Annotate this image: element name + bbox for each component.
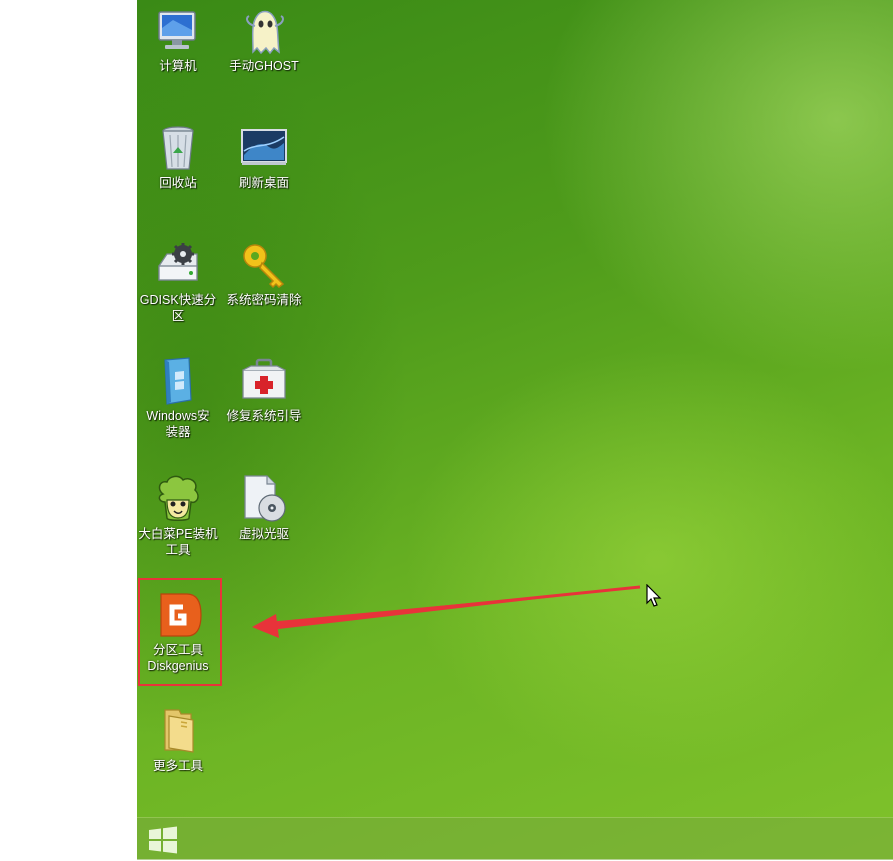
virtual-drive-icon xyxy=(239,474,289,524)
first-aid-kit-icon xyxy=(239,356,289,406)
diskgenius-highlight-box xyxy=(138,578,222,686)
key-icon xyxy=(239,240,289,290)
desktop-icon-repair-boot[interactable]: 修复系统引导 xyxy=(222,356,306,424)
desktop-icon-more-tools[interactable]: 更多工具 xyxy=(136,706,220,774)
icon-label-gdisk-line1: GDISK快速分 xyxy=(139,293,217,307)
desktop-icon-virtual-drive[interactable]: 虚拟光驱 xyxy=(222,474,306,542)
left-blank-margin xyxy=(0,0,137,859)
icon-label-gdisk-line2: 区 xyxy=(171,309,185,323)
gdisk-icon xyxy=(153,240,203,290)
icon-label-virtual-drive: 虚拟光驱 xyxy=(238,527,289,541)
refresh-desktop-icon xyxy=(239,123,289,173)
desktop-icon-manual-ghost[interactable]: 手动GHOST xyxy=(222,6,306,74)
desktop-icon-gdisk[interactable]: GDISK快速分 区 xyxy=(136,240,220,324)
icon-label-windows-installer-line2: 装器 xyxy=(165,425,191,439)
windows-installer-icon xyxy=(153,356,203,406)
desktop-icon-password-clear[interactable]: 系统密码清除 xyxy=(222,240,306,308)
desktop-icon-dabaicai-pe[interactable]: 大白菜PE装机 工具 xyxy=(136,474,220,558)
desktop-icon-refresh-desktop[interactable]: 刷新桌面 xyxy=(222,123,306,191)
icon-label-computer: 计算机 xyxy=(159,59,197,73)
ghost-icon xyxy=(239,6,289,56)
icon-label-windows-installer-line1: Windows安 xyxy=(146,409,210,423)
recycle-bin-icon xyxy=(153,123,203,173)
windows-start-icon[interactable] xyxy=(147,824,179,856)
desktop-icon-windows-installer[interactable]: Windows安 装器 xyxy=(136,356,220,440)
icon-label-refresh-desktop: 刷新桌面 xyxy=(238,176,289,190)
icon-label-repair-boot: 修复系统引导 xyxy=(226,409,302,423)
computer-icon xyxy=(153,6,203,56)
cabbage-mascot-icon xyxy=(153,474,203,524)
icon-label-recycle-bin: 回收站 xyxy=(159,176,197,190)
icon-label-password-clear: 系统密码清除 xyxy=(226,293,302,307)
mouse-cursor-icon xyxy=(646,583,662,608)
desktop-icon-recycle-bin[interactable]: 回收站 xyxy=(136,123,220,191)
icon-label-dabaicai-pe-line2: 工具 xyxy=(165,543,191,557)
taskbar xyxy=(137,817,893,860)
icon-label-manual-ghost: 手动GHOST xyxy=(229,59,299,73)
desktop-icon-computer[interactable]: 计算机 xyxy=(136,6,220,74)
icon-label-more-tools: 更多工具 xyxy=(152,759,203,773)
folder-icon xyxy=(153,706,203,756)
icon-label-dabaicai-pe-line1: 大白菜PE装机 xyxy=(138,527,218,541)
